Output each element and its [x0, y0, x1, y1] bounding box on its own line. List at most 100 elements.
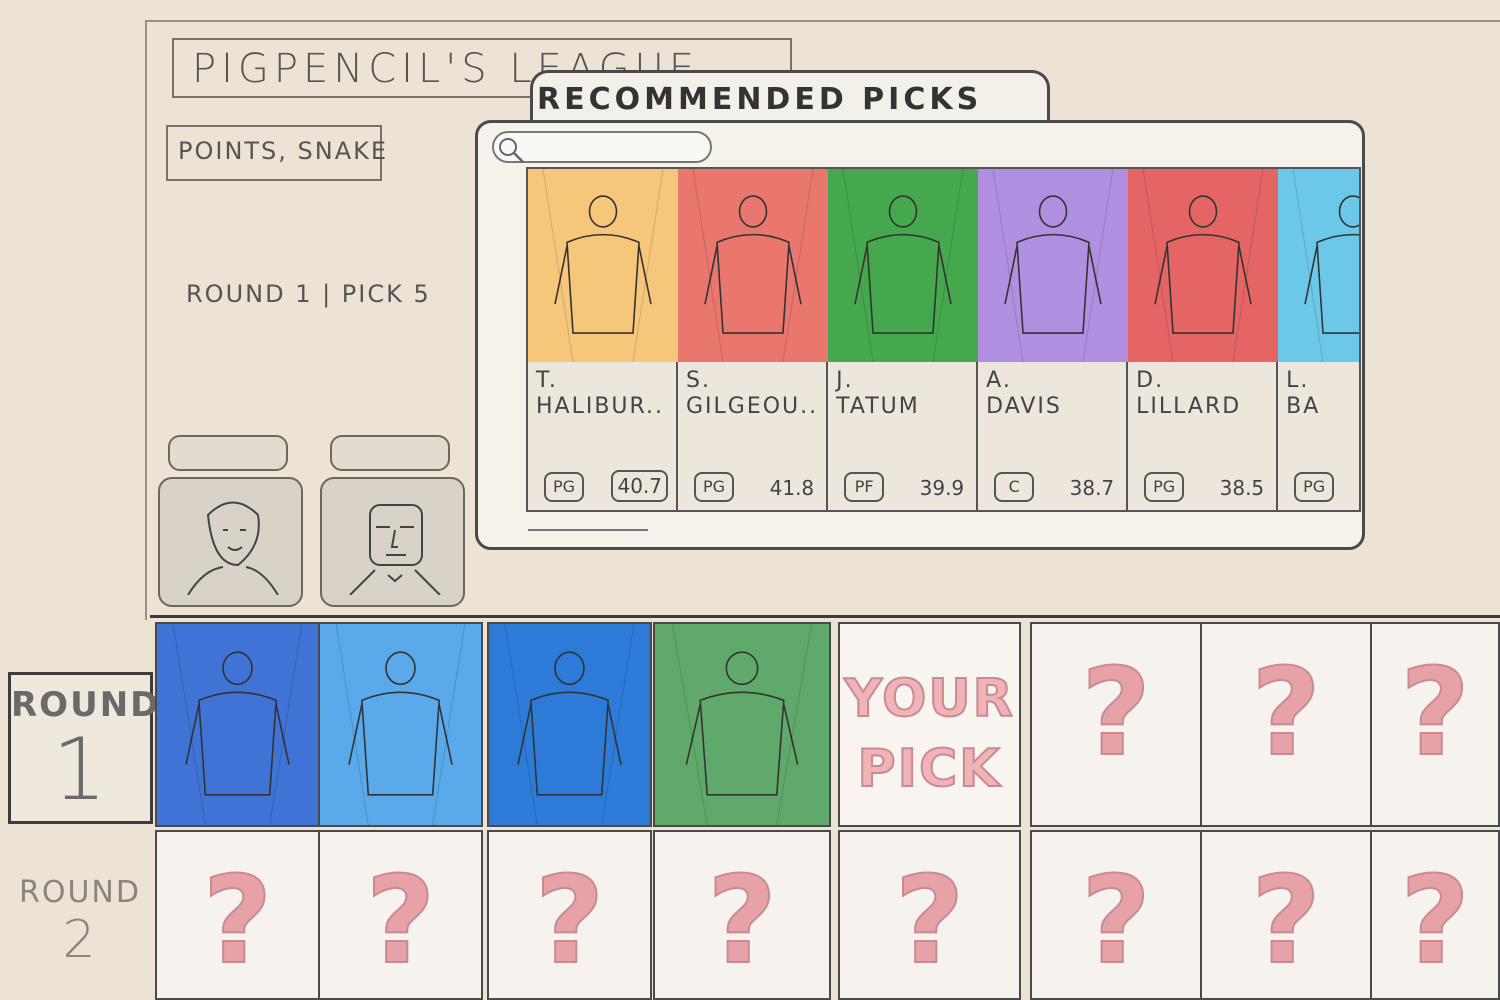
player-illustration [320, 624, 481, 825]
future-pick-slot[interactable]: ? [487, 830, 652, 1000]
future-pick-slot[interactable]: ? [318, 830, 483, 1000]
player-first-initial: S. [686, 368, 711, 393]
person-face-icon [349, 504, 441, 595]
position-badge: PG [694, 472, 734, 502]
player-info: S. GILGEOU.. PG 41.8 [678, 362, 826, 510]
player-illustration [157, 624, 318, 825]
future-pick-slot[interactable]: ? [155, 830, 320, 1000]
player-card[interactable]: S. GILGEOU.. PG 41.8 [678, 169, 829, 510]
drafter-avatar[interactable] [320, 435, 470, 607]
future-pick-slot[interactable]: ? [838, 830, 1021, 1000]
your-pick-slot[interactable]: YOUR PICK [838, 622, 1021, 827]
player-illustration [678, 169, 828, 362]
player-card-carousel[interactable]: T. HALIBUR.. PG 40.7 S. GILGEOU.. PG 41.8 J. TATU… [526, 167, 1361, 512]
player-illustration [978, 169, 1129, 362]
unknown-pick-mark: ? [1080, 643, 1152, 784]
player-last-name: DAVIS [986, 394, 1062, 419]
popup-title: RECOMMENDED PICKS [537, 82, 983, 117]
player-art [828, 169, 979, 362]
player-illustration [1128, 169, 1279, 362]
drafted-player-slot[interactable] [487, 622, 652, 827]
player-card[interactable]: A. DAVIS C 38.7 [978, 169, 1129, 510]
player-last-name: BA [1286, 394, 1321, 419]
player-first-initial: L. [1286, 368, 1310, 393]
round-label-text: ROUND [11, 685, 161, 725]
player-info: L. BA PG [1278, 362, 1359, 510]
page-frame-left [145, 20, 147, 620]
projected-points: 41.8 [769, 476, 815, 500]
player-art [678, 169, 828, 362]
league-format-badge: POINTS, SNAKE [166, 125, 386, 181]
future-pick-slot[interactable]: ? [653, 830, 831, 1000]
player-card[interactable]: D. LILLARD PG 38.5 [1128, 169, 1279, 510]
person-face-icon [187, 501, 279, 595]
player-first-initial: A. [986, 368, 1012, 393]
player-card[interactable]: T. HALIBUR.. PG 40.7 [528, 169, 678, 510]
player-art [528, 169, 678, 362]
player-art [978, 169, 1129, 362]
drafted-player-slot[interactable] [653, 622, 831, 827]
round-2-label: ROUND 2 [10, 875, 150, 970]
player-illustration [828, 169, 979, 362]
future-pick-slot[interactable]: ? [1030, 622, 1202, 827]
projected-points: 38.5 [1219, 476, 1265, 500]
player-last-name: LILLARD [1136, 394, 1242, 419]
player-info: J. TATUM PF 39.9 [828, 362, 976, 510]
player-info: T. HALIBUR.. PG 40.7 [528, 362, 676, 510]
drafter-avatar[interactable] [158, 435, 308, 607]
position-badge: PG [1144, 472, 1185, 502]
future-pick-slot[interactable]: ? [1370, 622, 1500, 827]
carousel-scroll-indicator[interactable] [528, 515, 648, 531]
search-input[interactable] [492, 131, 712, 163]
player-last-name: TATUM [836, 394, 920, 419]
draft-position-label: ROUND 1 | PICK 5 [186, 280, 431, 308]
position-badge: PG [1294, 472, 1335, 502]
player-art [1278, 169, 1359, 362]
popup-body: T. HALIBUR.. PG 40.7 S. GILGEOU.. PG 41.8 J. TATU… [475, 120, 1365, 550]
your-pick-label: YOUR PICK [843, 668, 1015, 800]
player-art [1128, 169, 1279, 362]
unknown-pick-mark: ? [706, 851, 778, 992]
projected-points: 39.9 [919, 476, 965, 500]
projected-points: 38.7 [1069, 476, 1115, 500]
future-pick-slot[interactable]: ? [1030, 830, 1202, 1000]
projected-points: 40.7 [611, 470, 668, 502]
unknown-pick-mark: ? [1399, 851, 1471, 992]
drafted-player-slot[interactable] [155, 622, 320, 827]
player-info: A. DAVIS C 38.7 [978, 362, 1126, 510]
future-pick-slot[interactable]: ? [1200, 830, 1372, 1000]
player-illustration [655, 624, 829, 825]
player-illustration [489, 624, 650, 825]
round-number: 2 [62, 910, 98, 970]
round-number: 1 [52, 720, 109, 820]
future-pick-slot[interactable]: ? [1370, 830, 1500, 1000]
recommended-picks-popup: RECOMMENDED PICKS T. HALIBUR.. PG 40.7 S. GIL… [475, 70, 1365, 550]
player-illustration [1278, 169, 1359, 362]
player-first-initial: T. [536, 368, 558, 393]
round-1-label: ROUND 1 [8, 672, 158, 824]
position-badge: PG [544, 472, 584, 502]
drafted-player-slot[interactable] [318, 622, 483, 827]
player-first-initial: D. [1136, 368, 1165, 393]
unknown-pick-mark: ? [1250, 643, 1322, 784]
player-card[interactable]: J. TATUM PF 39.9 [828, 169, 979, 510]
player-last-name: HALIBUR.. [536, 394, 665, 419]
unknown-pick-mark: ? [202, 851, 274, 992]
unknown-pick-mark: ? [534, 851, 606, 992]
unknown-pick-mark: ? [365, 851, 437, 992]
unknown-pick-mark: ? [1250, 851, 1322, 992]
player-illustration [528, 169, 678, 362]
round-label-text: ROUND [19, 875, 141, 910]
unknown-pick-mark: ? [894, 851, 966, 992]
position-badge: PF [844, 472, 885, 502]
unknown-pick-mark: ? [1399, 643, 1471, 784]
unknown-pick-mark: ? [1080, 851, 1152, 992]
player-first-initial: J. [836, 368, 854, 393]
player-card[interactable]: L. BA PG [1278, 169, 1359, 510]
position-badge: C [994, 472, 1035, 502]
player-last-name: GILGEOU.. [686, 394, 819, 419]
magnifier-icon [499, 138, 524, 163]
page-frame-top [145, 20, 1500, 22]
future-pick-slot[interactable]: ? [1200, 622, 1372, 827]
player-info: D. LILLARD PG 38.5 [1128, 362, 1276, 510]
